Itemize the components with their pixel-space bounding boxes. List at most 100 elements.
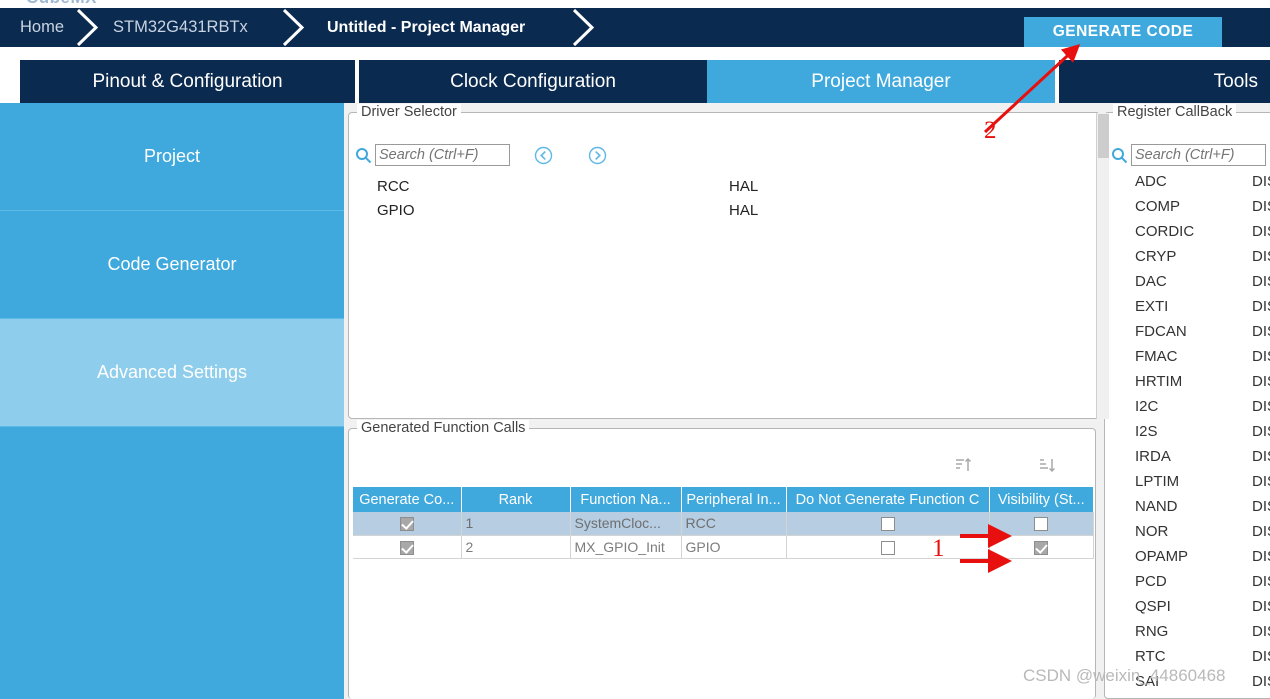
register-callback-value: DIS xyxy=(1252,573,1270,590)
register-callback-name: LPTIM xyxy=(1135,473,1180,490)
register-callback-search-row xyxy=(1111,144,1266,166)
table-header-row: Generate Co... Rank Function Na... Perip… xyxy=(353,487,1093,512)
column-header-peripheral-instance[interactable]: Peripheral In... xyxy=(681,487,787,512)
breadcrumb: Home STM32G431RBTx Untitled - Project Ma… xyxy=(0,8,1270,47)
checkbox-do-not-generate-1[interactable] xyxy=(880,517,895,532)
register-callback-value: DIS xyxy=(1252,523,1270,540)
checkbox-generate-code-2[interactable] xyxy=(399,540,414,555)
register-callback-value: DIS xyxy=(1252,223,1270,240)
register-callback-value: DIS xyxy=(1252,348,1270,365)
driver-selector-prev-button[interactable] xyxy=(534,146,553,165)
checkbox-visibility-2[interactable] xyxy=(1034,540,1048,555)
register-callback-name: FMAC xyxy=(1135,348,1178,365)
register-callback-name: PCD xyxy=(1135,573,1167,590)
project-manager-content: Driver Selector Search (Ctrl+F) RCC HAL … xyxy=(344,103,1270,699)
left-sidebar: Project Code Generator Advanced Settings xyxy=(0,103,344,699)
register-callback-value: DIS xyxy=(1252,673,1270,690)
register-callback-name: EXTI xyxy=(1135,298,1169,315)
register-callback-name: QSPI xyxy=(1135,598,1171,615)
tab-pinout-configuration[interactable]: Pinout & Configuration xyxy=(20,60,355,103)
cubemx-logo-text: CubeMX xyxy=(26,0,97,8)
register-callback-value: DIS xyxy=(1252,398,1270,415)
driver-selector-search-input[interactable] xyxy=(375,144,510,166)
register-callback-value: DIS xyxy=(1252,448,1270,465)
breadcrumb-chevron-icon-2 xyxy=(280,8,310,47)
register-callback-search-input[interactable] xyxy=(1131,144,1266,166)
tab-tools[interactable]: Tools xyxy=(1059,60,1270,103)
sort-descending-icon[interactable] xyxy=(1039,457,1056,478)
cell-rank-1: 1 xyxy=(461,512,571,536)
column-header-rank[interactable]: Rank xyxy=(461,487,571,512)
tab-clock-configuration[interactable]: Clock Configuration xyxy=(359,60,707,103)
cell-rank-2: 2 xyxy=(461,535,571,559)
register-callback-panel: Register CallBack ADC DIS COMP DIS CORDIC DIS… xyxy=(1104,104,1270,699)
register-callback-title: Register CallBack xyxy=(1113,104,1237,120)
cell-function-name-1: SystemCloc... xyxy=(570,512,682,536)
driver-name-rcc: RCC xyxy=(377,178,410,195)
column-header-generate-code[interactable]: Generate Co... xyxy=(353,487,462,512)
tab-project-manager[interactable]: Project Manager xyxy=(707,60,1055,103)
register-callback-name: COMP xyxy=(1135,198,1180,215)
cell-do-not-generate-1[interactable] xyxy=(786,512,990,536)
register-callback-name: IRDA xyxy=(1135,448,1171,465)
register-callback-value: DIS xyxy=(1252,248,1270,265)
driver-selector-scrollbar[interactable] xyxy=(1096,113,1109,419)
cell-peripheral-instance-1: RCC xyxy=(681,512,787,536)
register-callback-name: HRTIM xyxy=(1135,373,1183,390)
sort-ascending-icon[interactable] xyxy=(955,457,972,478)
register-callback-name: I2C xyxy=(1135,398,1159,415)
register-callback-value: DIS xyxy=(1252,298,1270,315)
generated-function-calls-title: Generated Function Calls xyxy=(357,420,530,436)
stm32cubemx-window: CubeMX Home STM32G431RBTx Untitled - Pro… xyxy=(0,0,1270,699)
sidebar-item-code-generator[interactable]: Code Generator xyxy=(0,211,344,319)
register-callback-value: DIS xyxy=(1252,498,1270,515)
register-callback-value: DIS xyxy=(1252,273,1270,290)
register-callback-name: I2S xyxy=(1135,423,1158,440)
watermark-text: CSDN @weixin_44860468 xyxy=(1023,666,1226,685)
sidebar-item-project[interactable]: Project xyxy=(0,103,344,211)
checkbox-generate-code-1[interactable] xyxy=(399,517,414,532)
driver-selector-search-row xyxy=(355,144,607,166)
driver-value-gpio: HAL xyxy=(729,202,759,219)
column-header-function-name[interactable]: Function Na... xyxy=(570,487,682,512)
column-header-do-not-generate[interactable]: Do Not Generate Function C xyxy=(786,487,990,512)
scrollbar-thumb[interactable] xyxy=(1098,114,1109,158)
cell-generate-code-1[interactable] xyxy=(353,512,462,536)
main-tab-bar: Pinout & Configuration Clock Configurati… xyxy=(0,60,1270,103)
cell-visibility-2[interactable] xyxy=(989,535,1094,559)
cell-do-not-generate-2[interactable] xyxy=(786,535,990,559)
cell-visibility-1[interactable] xyxy=(989,512,1094,536)
sidebar-item-label-code-generator: Code Generator xyxy=(107,254,237,274)
register-callback-name: DAC xyxy=(1135,273,1167,290)
sidebar-item-advanced-settings[interactable]: Advanced Settings xyxy=(0,319,344,427)
table-row[interactable]: 2 MX_GPIO_Init GPIO xyxy=(353,535,1094,559)
register-callback-value: DIS xyxy=(1252,623,1270,640)
register-callback-value: DIS xyxy=(1252,373,1270,390)
cell-peripheral-instance-2: GPIO xyxy=(681,535,787,559)
register-callback-name: NAND xyxy=(1135,498,1178,515)
checkbox-do-not-generate-2[interactable] xyxy=(880,540,895,555)
checkbox-visibility-1[interactable] xyxy=(1034,517,1048,532)
register-callback-name: NOR xyxy=(1135,523,1169,540)
register-callback-name: OPAMP xyxy=(1135,548,1189,565)
driver-name-gpio: GPIO xyxy=(377,202,415,219)
register-callback-value: DIS xyxy=(1252,648,1270,665)
register-callback-name: RTC xyxy=(1135,648,1166,665)
breadcrumb-item-mcu[interactable]: STM32G431RBTx xyxy=(113,8,248,47)
generated-function-calls-panel: Generated Function Calls Generate Co... … xyxy=(348,420,1096,699)
register-callback-value: DIS xyxy=(1252,173,1270,190)
register-callback-name: CORDIC xyxy=(1135,223,1195,240)
cell-generate-code-2[interactable] xyxy=(353,535,462,559)
app-logo-strip: CubeMX xyxy=(0,0,1270,8)
column-header-visibility[interactable]: Visibility (St... xyxy=(989,487,1093,512)
generate-code-button[interactable]: GENERATE CODE xyxy=(1024,17,1222,47)
search-icon xyxy=(1111,147,1128,164)
register-callback-value: DIS xyxy=(1252,473,1270,490)
driver-value-rcc: HAL xyxy=(729,178,759,195)
driver-selector-next-button[interactable] xyxy=(588,146,607,165)
table-row[interactable]: 1 SystemCloc... RCC xyxy=(353,512,1094,536)
breadcrumb-item-home[interactable]: Home xyxy=(20,8,64,47)
breadcrumb-item-current[interactable]: Untitled - Project Manager xyxy=(327,8,525,47)
register-callback-value: DIS xyxy=(1252,198,1270,215)
register-callback-name: CRYP xyxy=(1135,248,1177,265)
